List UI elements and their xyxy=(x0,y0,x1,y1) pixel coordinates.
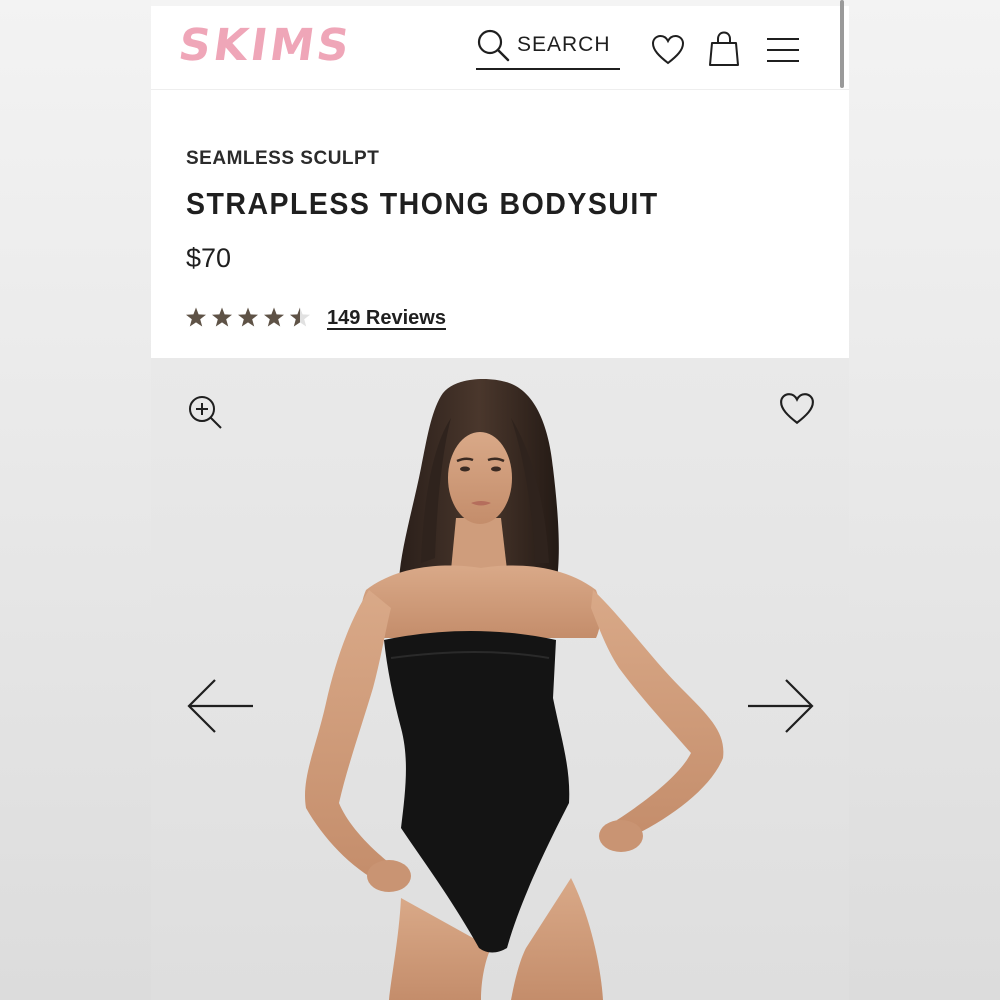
star-full-icon xyxy=(238,307,258,327)
star-rating[interactable] xyxy=(185,304,317,332)
arrow-right-icon[interactable] xyxy=(746,676,816,736)
shopping-bag-icon[interactable] xyxy=(707,30,741,68)
search-icon xyxy=(477,29,510,62)
heart-icon[interactable] xyxy=(779,392,815,426)
product-image-carousel[interactable] xyxy=(151,358,849,1000)
product-collection: SEAMLESS SCULPT xyxy=(186,148,380,169)
menu-icon[interactable] xyxy=(765,36,801,64)
star-full-icon xyxy=(186,307,206,327)
zoom-in-icon[interactable] xyxy=(187,394,223,430)
search-bar[interactable]: SEARCH xyxy=(476,26,620,70)
site-header: SKIMS SEARCH xyxy=(151,0,849,90)
reviews-link[interactable]: 149 Reviews xyxy=(327,307,446,330)
arrow-left-icon[interactable] xyxy=(185,676,255,736)
product-price: $70 xyxy=(186,243,232,273)
brand-logo[interactable]: SKIMS xyxy=(175,20,355,71)
search-label: SEARCH xyxy=(517,33,611,56)
star-full-icon xyxy=(264,307,284,327)
scrollbar[interactable] xyxy=(840,0,844,88)
product-photo xyxy=(305,378,724,1000)
heart-icon[interactable] xyxy=(651,34,685,66)
mobile-page: SKIMS SEARCH SEAMLESS SCULPT STRAPLESS T… xyxy=(151,0,849,1000)
product-title: STRAPLESS THONG BODYSUIT xyxy=(186,186,659,221)
star-half-icon xyxy=(290,307,310,327)
star-full-icon xyxy=(212,307,232,327)
